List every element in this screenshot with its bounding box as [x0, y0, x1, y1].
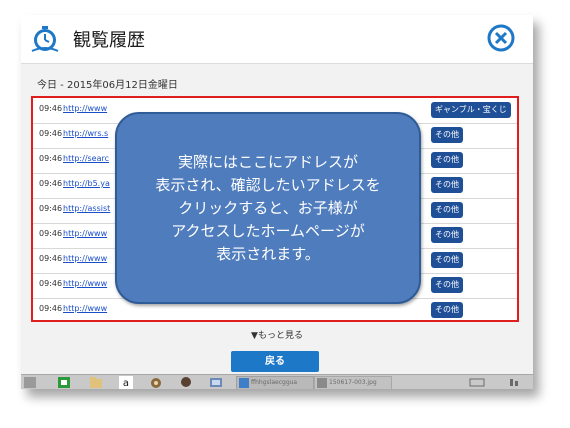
history-window: 観覧履歴 今日 - 2015年06月12日金曜日 09:46 http://ww… — [21, 15, 533, 389]
app-icon[interactable] — [57, 376, 71, 389]
history-clock-icon — [31, 26, 59, 52]
category-badge[interactable]: その他 — [431, 277, 463, 293]
amazon-icon[interactable]: a — [119, 376, 133, 389]
category-badge[interactable]: その他 — [431, 177, 463, 193]
taskbar-label: 150617-003.jpg — [329, 379, 377, 386]
row-time: 09:46 — [39, 129, 63, 138]
page-title: 観覧履歴 — [73, 30, 145, 51]
row-time: 09:46 — [39, 154, 63, 163]
row-url-link[interactable]: http://b5.ya — [63, 179, 110, 188]
taskbar-app-window[interactable]: ffhhgslaecggua — [236, 376, 314, 389]
row-url-link[interactable]: http://assist — [63, 204, 110, 213]
folder-icon[interactable] — [89, 376, 103, 389]
row-time: 09:46 — [39, 279, 63, 288]
row-url-link[interactable]: http://www — [63, 254, 107, 263]
taskbar-app-window[interactable]: 150617-003.jpg — [314, 376, 392, 389]
category-badge[interactable]: ギャンブル・宝くじ — [431, 102, 511, 118]
avatar-icon[interactable] — [179, 376, 193, 389]
start-orb-icon[interactable] — [23, 376, 37, 389]
row-url-link[interactable]: http://www — [63, 304, 107, 313]
row-url-link[interactable]: http://www — [63, 229, 107, 238]
category-badge[interactable]: その他 — [431, 152, 463, 168]
row-time: 09:46 — [39, 179, 63, 188]
svg-text:a: a — [123, 378, 129, 389]
back-button[interactable]: 戻る — [231, 351, 319, 372]
row-time: 09:46 — [39, 304, 63, 313]
date-label: 今日 - 2015年06月12日金曜日 — [37, 80, 178, 91]
row-time: 09:46 — [39, 204, 63, 213]
category-badge[interactable]: その他 — [431, 202, 463, 218]
row-time: 09:46 — [39, 229, 63, 238]
row-url-link[interactable]: http://wrs.s — [63, 129, 108, 138]
taskbar: a ffhhgslaecggua 150617-003.jpg — [21, 374, 533, 389]
row-time: 09:46 — [39, 254, 63, 263]
category-badge[interactable]: その他 — [431, 252, 463, 268]
row-time: 09:46 — [39, 104, 63, 113]
keyboard-icon[interactable] — [469, 376, 485, 389]
taskbar-label: ffhhgslaecggua — [251, 379, 298, 386]
close-icon[interactable] — [487, 24, 515, 52]
category-badge[interactable]: その他 — [431, 127, 463, 143]
callout-text: 実際にはここにアドレスが 表示され、確認したいアドレスを クリックすると、お子様… — [155, 152, 381, 263]
category-badge[interactable]: その他 — [431, 302, 463, 318]
system-tray-icon[interactable] — [507, 376, 523, 389]
show-more-link[interactable]: ▼もっと見る — [21, 328, 533, 341]
category-badge[interactable]: その他 — [431, 227, 463, 243]
explanation-callout: 実際にはここにアドレスが 表示され、確認したいアドレスを クリックすると、お子様… — [115, 112, 421, 304]
photo-icon[interactable] — [209, 376, 223, 389]
row-url-link[interactable]: http://searc — [63, 154, 109, 163]
row-url-link[interactable]: http://www — [63, 279, 107, 288]
media-icon[interactable] — [149, 376, 163, 389]
image-file-icon — [317, 378, 327, 388]
header-bar: 観覧履歴 — [21, 15, 533, 64]
row-url-link[interactable]: http://www — [63, 104, 107, 113]
app-window-icon — [239, 378, 249, 388]
